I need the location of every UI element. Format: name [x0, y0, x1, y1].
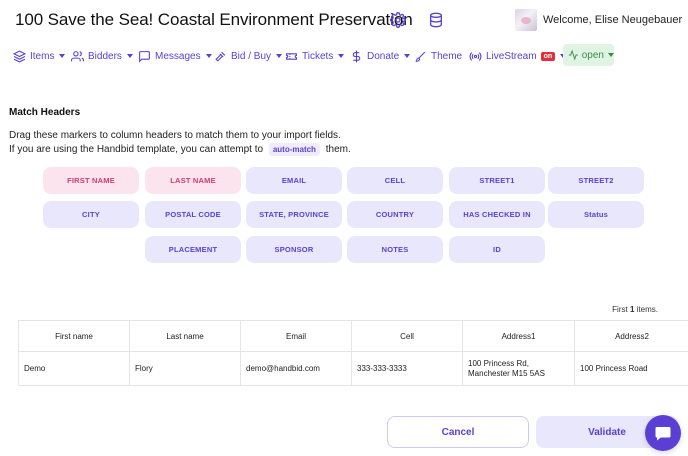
- marker-placement[interactable]: PLACEMENT: [145, 236, 241, 263]
- caret-down-icon: [404, 54, 411, 58]
- users-icon: [71, 50, 84, 61]
- caret-down-icon: [276, 54, 283, 58]
- count-number: 1: [629, 305, 635, 314]
- main-nav: Items Bidders Messages Bid / Buy Tickets…: [0, 44, 688, 68]
- marker-notes[interactable]: NOTES: [347, 236, 443, 263]
- avatar: [515, 9, 537, 31]
- marker-cell[interactable]: CELL: [347, 167, 443, 194]
- auction-status-dropdown[interactable]: open: [563, 44, 614, 66]
- top-header: 100 Save the Sea! Coastal Environment Pr…: [0, 0, 688, 40]
- dollar-icon: [352, 50, 361, 62]
- instruction-pre: If you are using the Handbid template, y…: [9, 144, 264, 155]
- live-badge: on: [540, 51, 556, 61]
- nav-tickets[interactable]: Tickets: [285, 44, 345, 68]
- marker-email[interactable]: EMAIL: [246, 167, 342, 194]
- nav-livestream[interactable]: LiveStream on: [469, 44, 567, 68]
- table-cell: Flory: [130, 351, 241, 386]
- caret-down-icon: [608, 53, 614, 57]
- nav-bid-buy[interactable]: Bid / Buy: [214, 44, 283, 68]
- count-post: items.: [636, 305, 658, 314]
- page-title: 100 Save the Sea! Coastal Environment Pr…: [15, 10, 413, 29]
- user-menu[interactable]: Welcome, Elise Neugebauer: [515, 9, 688, 31]
- nav-label: LiveStream: [486, 50, 537, 62]
- caret-down-icon: [338, 54, 345, 58]
- column-header-address2[interactable]: Address2: [575, 321, 688, 351]
- ticket-icon: [286, 52, 297, 60]
- caret-down-icon: [205, 54, 212, 58]
- chat-button[interactable]: [645, 415, 681, 451]
- caret-down-icon: [59, 54, 66, 58]
- column-header-email[interactable]: Email: [241, 321, 352, 351]
- nav-label: Messages: [155, 50, 201, 62]
- nav-label: Theme: [431, 50, 463, 62]
- gear-icon[interactable]: [390, 12, 406, 28]
- nav-label: Donate: [367, 50, 400, 62]
- database-icon[interactable]: [428, 12, 444, 28]
- marker-postal-code[interactable]: POSTAL CODE: [145, 201, 241, 228]
- marker-first-name[interactable]: FIRST NAME: [43, 167, 139, 194]
- marker-status[interactable]: Status: [548, 201, 644, 228]
- welcome-text: Welcome, Elise Neugebauer: [543, 14, 683, 26]
- marker-street1[interactable]: STREET1: [449, 167, 545, 194]
- nav-bidders[interactable]: Bidders: [71, 44, 133, 68]
- gavel-icon: [215, 51, 226, 62]
- column-header-last-name[interactable]: Last name: [130, 321, 241, 351]
- column-header-address1[interactable]: Address1: [463, 321, 575, 351]
- instruction-text: Drag these markers to column headers to …: [9, 130, 341, 141]
- auto-match-button[interactable]: auto-match: [268, 143, 320, 156]
- chat-icon: [655, 427, 671, 441]
- count-pre: First: [612, 305, 628, 314]
- cancel-button[interactable]: Cancel: [387, 416, 529, 448]
- broadcast-icon: [469, 51, 482, 61]
- column-header-cell[interactable]: Cell: [352, 321, 463, 351]
- import-preview-table: First name Last name Email Cell Address1…: [18, 320, 688, 386]
- marker-has-checked-in[interactable]: HAS CHECKED IN: [449, 201, 545, 228]
- table-cell: demo@handbid.com: [241, 351, 352, 386]
- caret-down-icon: [126, 54, 133, 58]
- table-cell: Demo: [19, 351, 130, 386]
- nav-label: Tickets: [302, 50, 334, 62]
- nav-messages[interactable]: Messages: [138, 44, 212, 68]
- section-title: Match Headers: [9, 107, 81, 118]
- instruction-text-automatch: If you are using the Handbid template, y…: [9, 143, 351, 156]
- brush-icon: [415, 51, 426, 62]
- nav-items[interactable]: Items: [13, 44, 66, 68]
- marker-city[interactable]: CITY: [43, 201, 139, 228]
- message-icon: [139, 50, 150, 63]
- nav-label: Bid / Buy: [231, 50, 272, 62]
- table-cell: 100 Princess Rd, Manchester M15 5AS: [463, 351, 575, 386]
- marker-sponsor[interactable]: SPONSOR: [246, 236, 342, 263]
- activity-icon: [568, 49, 578, 61]
- marker-state-province[interactable]: STATE, PROVINCE: [246, 201, 342, 228]
- instruction-post: them.: [325, 144, 351, 155]
- item-count: First 1 items.: [612, 305, 658, 314]
- layers-icon: [13, 49, 26, 63]
- nav-label: Bidders: [88, 50, 122, 62]
- nav-donate[interactable]: Donate: [350, 44, 411, 68]
- nav-theme[interactable]: Theme: [414, 44, 462, 68]
- nav-label: Items: [30, 50, 55, 62]
- marker-id[interactable]: ID: [449, 236, 545, 263]
- column-header-first-name[interactable]: First name: [19, 321, 130, 351]
- marker-country[interactable]: COUNTRY: [347, 201, 443, 228]
- table-cell: 100 Princess Road: [575, 351, 688, 386]
- marker-last-name[interactable]: LAST NAME: [145, 167, 241, 194]
- status-label: open: [581, 49, 604, 61]
- marker-street2[interactable]: STREET2: [548, 167, 644, 194]
- table-cell: 333-333-3333: [352, 351, 463, 386]
